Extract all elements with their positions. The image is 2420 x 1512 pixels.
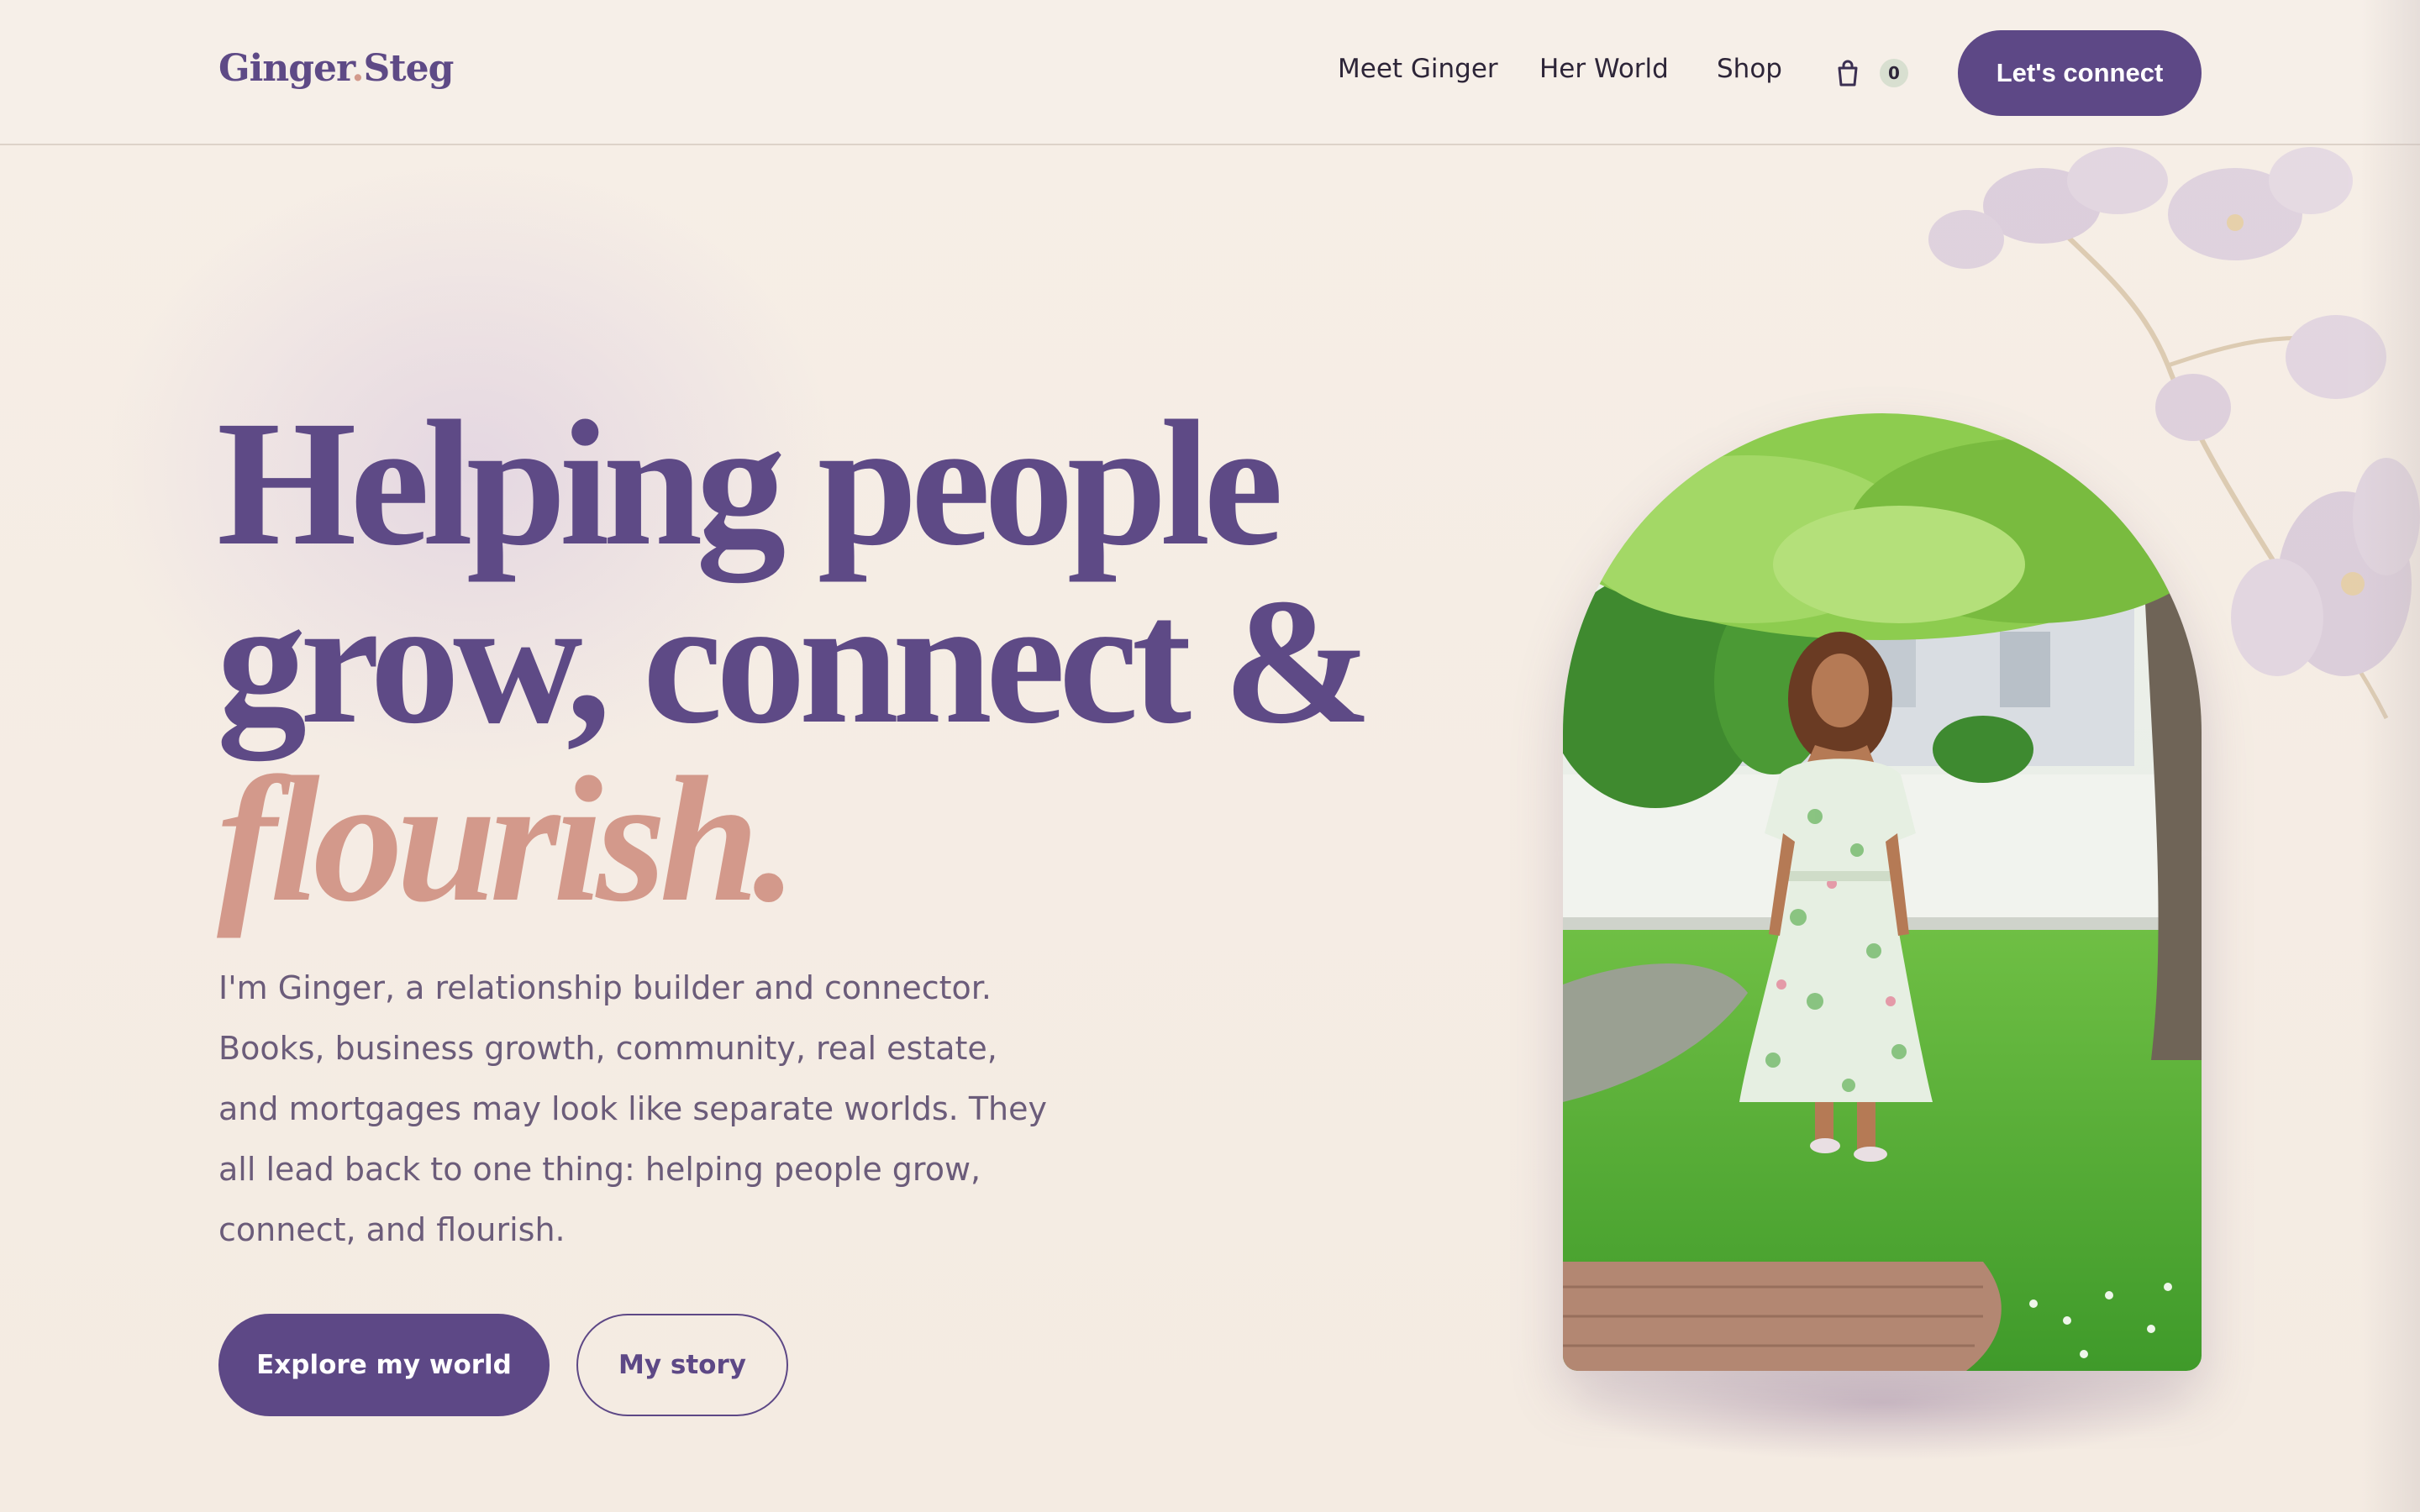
site-header: Ginger.Steg Meet Ginger Her World Shop 0… [0, 0, 2420, 145]
logo-dot: . [351, 47, 364, 90]
nav-link-her-world[interactable]: Her World [1539, 54, 1669, 84]
nav-link-meet-ginger[interactable]: Meet Ginger [1338, 54, 1498, 84]
hero-intro-paragraph: I'm Ginger, a relationship builder and c… [218, 958, 1109, 1260]
lets-connect-button[interactable]: Let's connect [1958, 30, 2202, 116]
portrait-photo-illustration [1563, 413, 2202, 1371]
headline-line-1: Helping people [217, 384, 1283, 583]
shopping-bag-icon[interactable] [1833, 59, 1862, 87]
headline-accent: flourish. [217, 740, 797, 939]
intro-line: and mortgages may look like separate wor… [218, 1090, 1047, 1127]
logo-last: Steg [363, 47, 455, 90]
headline-line-2: grow, connect & [217, 562, 1373, 761]
hero-portrait-photo [1563, 413, 2202, 1371]
intro-line: I'm Ginger, a relationship builder and c… [218, 969, 992, 1006]
page-edge-shade [2361, 0, 2420, 1512]
intro-line: connect, and flourish. [218, 1211, 566, 1248]
intro-line: Books, business growth, community, real … [218, 1030, 997, 1067]
explore-my-world-button[interactable]: Explore my world [218, 1314, 550, 1416]
logo-first: Ginger [218, 47, 352, 90]
cart-count-badge: 0 [1880, 59, 1908, 87]
hero-headline: Helping people grow, connect & flourish. [217, 384, 1373, 939]
site-logo[interactable]: Ginger.Steg [218, 47, 455, 90]
intro-line: all lead back to one thing: helping peop… [218, 1151, 981, 1188]
nav-link-shop[interactable]: Shop [1717, 54, 1782, 84]
page: Ginger.Steg Meet Ginger Her World Shop 0… [0, 0, 2420, 1512]
my-story-button[interactable]: My story [576, 1314, 788, 1416]
